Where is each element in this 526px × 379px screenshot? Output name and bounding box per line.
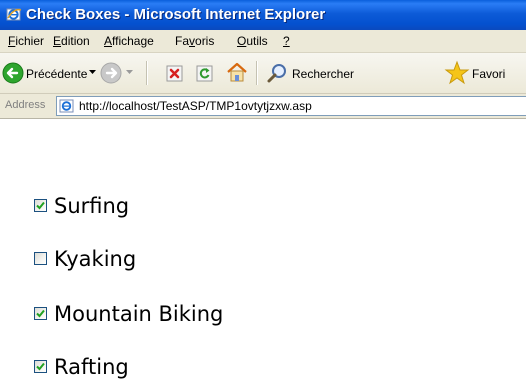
- page-content: Surfing Kyaking Mountain Biking Rafting: [0, 119, 526, 379]
- checkmark-icon: [36, 362, 45, 371]
- toolbar: Précédente Rechercher Favori: [0, 53, 526, 94]
- checkbox-kyaking[interactable]: [34, 252, 47, 265]
- chevron-down-icon: [126, 70, 133, 74]
- search-icon: [267, 64, 286, 83]
- option-label: Rafting: [54, 355, 129, 379]
- option-label: Mountain Biking: [54, 302, 224, 326]
- home-icon[interactable]: [226, 62, 248, 82]
- separator: [256, 61, 258, 85]
- favorites-button[interactable]: Favori: [444, 59, 526, 87]
- forward-arrow-icon: [100, 62, 122, 84]
- address-bar: Address http://localhost/TestASP/TMP1ovt…: [0, 94, 526, 119]
- separator: [146, 61, 148, 85]
- ie-icon: [6, 8, 22, 21]
- window-title: Check Boxes - Microsoft Internet Explore…: [26, 6, 326, 23]
- browser-window: Check Boxes - Microsoft Internet Explore…: [0, 0, 526, 379]
- address-input[interactable]: http://localhost/TestASP/TMP1ovtytjzxw.a…: [56, 96, 526, 116]
- checkbox-rafting[interactable]: [34, 360, 47, 373]
- menu-help[interactable]: ?: [283, 34, 290, 48]
- checkbox-surfing[interactable]: [34, 199, 47, 212]
- title-bar[interactable]: Check Boxes - Microsoft Internet Explore…: [0, 0, 526, 30]
- back-arrow-icon: [2, 62, 24, 84]
- checkmark-icon: [36, 309, 45, 318]
- refresh-icon[interactable]: [196, 64, 214, 82]
- menu-fichier[interactable]: Fichier: [8, 34, 44, 48]
- back-button[interactable]: Précédente: [2, 60, 140, 86]
- address-url: http://localhost/TestASP/TMP1ovtytjzxw.a…: [79, 99, 312, 113]
- star-icon: [444, 60, 470, 85]
- page-icon: [59, 99, 74, 113]
- stop-icon[interactable]: [166, 64, 184, 82]
- menu-outils[interactable]: Outils: [237, 34, 268, 48]
- menu-edition[interactable]: Edition: [53, 34, 90, 48]
- option-label: Kyaking: [54, 247, 137, 271]
- chevron-down-icon: [89, 70, 96, 74]
- checkbox-mountain-biking[interactable]: [34, 307, 47, 320]
- menu-bar: Fichier Edition Affichage Favoris Outils…: [0, 30, 526, 53]
- address-label: Address: [5, 99, 46, 111]
- checkmark-icon: [36, 201, 45, 210]
- menu-affichage[interactable]: Affichage: [104, 34, 154, 48]
- search-button[interactable]: Rechercher: [266, 60, 366, 86]
- menu-favoris[interactable]: Favoris: [175, 34, 214, 48]
- option-label: Surfing: [54, 194, 130, 218]
